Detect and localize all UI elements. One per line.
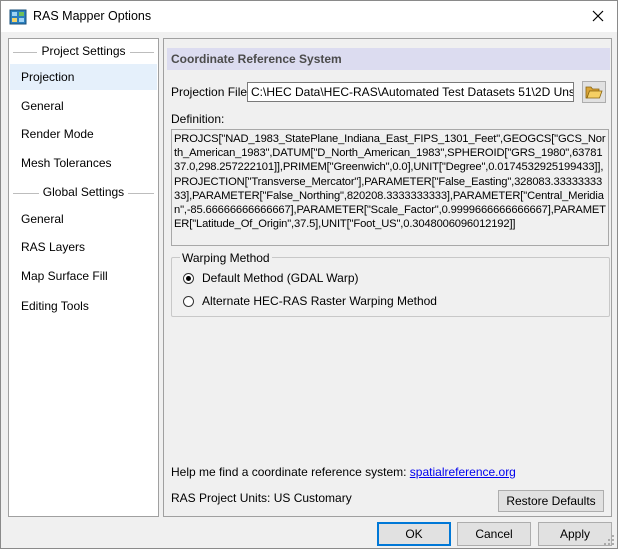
window-title: RAS Mapper Options: [33, 9, 152, 23]
cancel-button[interactable]: Cancel: [457, 522, 531, 546]
nav-item-render-mode[interactable]: Render Mode: [10, 121, 157, 147]
radio-default-method[interactable]: Default Method (GDAL Warp): [183, 270, 359, 286]
nav-group-project-settings: Project Settings: [9, 44, 158, 60]
radio-unchecked-icon[interactable]: [183, 295, 194, 307]
nav-item-editing-tools[interactable]: Editing Tools: [10, 293, 157, 319]
nav-group-global-settings: Global Settings: [9, 185, 158, 201]
warping-method-group: Warping Method Default Method (GDAL Warp…: [171, 251, 610, 317]
projection-file-label: Projection File:: [171, 85, 251, 99]
definition-label: Definition:: [171, 112, 225, 126]
nav-group-label: Project Settings: [37, 44, 130, 58]
nav-item-ras-layers[interactable]: RAS Layers: [10, 234, 157, 260]
nav-item-global-general[interactable]: General: [10, 206, 157, 232]
close-icon: [592, 10, 604, 22]
spatialreference-link[interactable]: spatialreference.org: [410, 465, 516, 479]
project-units-text: RAS Project Units: US Customary: [171, 491, 352, 505]
nav-group-label: Global Settings: [38, 185, 129, 199]
nav-item-projection[interactable]: Projection: [10, 64, 157, 90]
projection-file-field[interactable]: C:\HEC Data\HEC-RAS\Automated Test Datas…: [247, 82, 574, 102]
resize-grip-icon[interactable]: [603, 534, 615, 546]
ok-button[interactable]: OK: [377, 522, 451, 546]
restore-defaults-button[interactable]: Restore Defaults: [498, 490, 604, 512]
close-button[interactable]: [585, 4, 611, 28]
options-dialog: RAS Mapper Options Project Settings Proj…: [0, 0, 618, 549]
title-bar: RAS Mapper Options: [1, 1, 617, 32]
settings-nav: Project Settings Projection General Rend…: [8, 38, 159, 517]
apply-button[interactable]: Apply: [538, 522, 612, 546]
help-text: Help me find a coordinate reference syst…: [171, 465, 407, 479]
section-header: Coordinate Reference System: [167, 48, 610, 70]
browse-button[interactable]: [582, 81, 606, 103]
nav-item-project-general[interactable]: General: [10, 93, 157, 119]
nav-item-map-surface-fill[interactable]: Map Surface Fill: [10, 263, 157, 289]
radio-label: Alternate HEC-RAS Raster Warping Method: [202, 294, 437, 308]
warping-method-legend: Warping Method: [180, 251, 272, 265]
help-row: Help me find a coordinate reference syst…: [171, 465, 516, 479]
projection-panel: Coordinate Reference System Projection F…: [163, 38, 612, 517]
radio-label: Default Method (GDAL Warp): [202, 271, 359, 285]
ras-mapper-app-icon: [9, 8, 27, 26]
open-folder-icon: [585, 86, 603, 99]
radio-checked-icon[interactable]: [183, 272, 194, 284]
definition-text: PROJCS["NAD_1983_StatePlane_Indiana_East…: [171, 129, 609, 246]
nav-item-mesh-tolerances[interactable]: Mesh Tolerances: [10, 150, 157, 176]
radio-alternate-method[interactable]: Alternate HEC-RAS Raster Warping Method: [183, 293, 437, 309]
